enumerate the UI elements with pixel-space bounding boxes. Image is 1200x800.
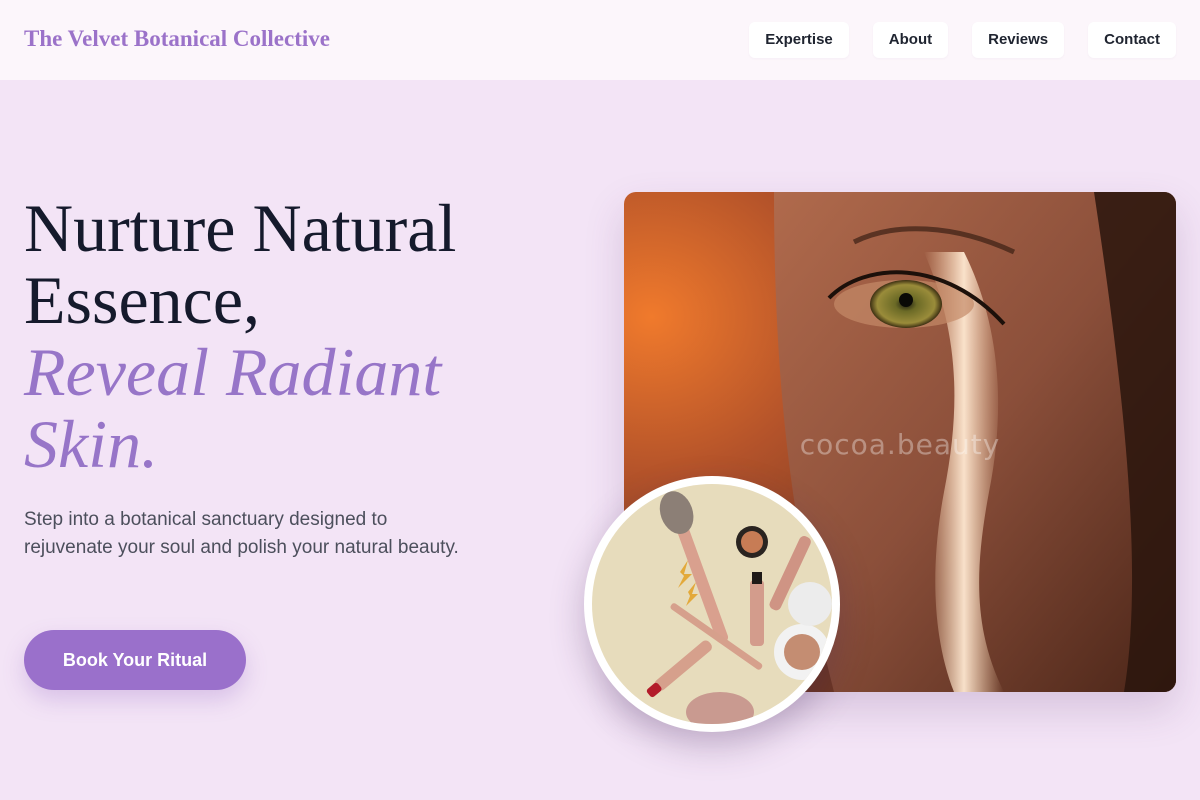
hero-title-line2: Essence,	[24, 262, 261, 338]
hero-title-accent-line1: Reveal Radiant	[24, 334, 442, 410]
book-ritual-button[interactable]: Book Your Ritual	[24, 630, 246, 690]
nav-contact[interactable]: Contact	[1088, 22, 1176, 58]
hero-title-accent-line2: Skin.	[24, 406, 159, 482]
nav-expertise[interactable]: Expertise	[749, 22, 849, 58]
cosmetics-inset-image	[584, 476, 840, 732]
hero-subtitle: Step into a botanical sanctuary designed…	[24, 509, 459, 558]
cosmetics-illustration	[592, 484, 832, 724]
image-watermark: cocoa.beauty	[799, 428, 1001, 461]
main-nav: Expertise About Reviews Contact	[749, 22, 1176, 58]
hero-title-line1: Nurture Natural	[24, 190, 457, 266]
hero-title: Nurture Natural Essence, Reveal Radiant …	[24, 192, 564, 480]
brand-logo[interactable]: The Velvet Botanical Collective	[24, 26, 330, 52]
site-header: The Velvet Botanical Collective Expertis…	[0, 0, 1200, 80]
nav-reviews[interactable]: Reviews	[972, 22, 1065, 58]
nav-about[interactable]: About	[872, 22, 949, 58]
